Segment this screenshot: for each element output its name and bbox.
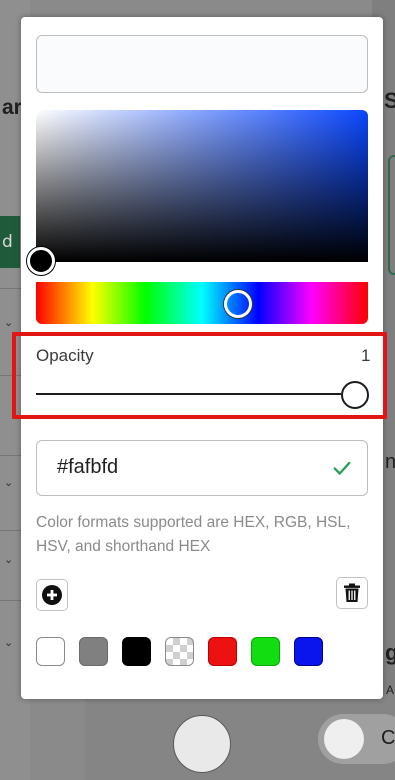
check-icon[interactable]	[331, 457, 353, 479]
hue-handle[interactable]	[224, 290, 252, 318]
chevron-icon: ⌄	[4, 636, 14, 649]
saturation-value-handle[interactable]	[27, 247, 55, 275]
opacity-slider-track[interactable]	[36, 393, 341, 395]
background-toggle-knob	[324, 719, 364, 759]
preset-swatches	[36, 637, 323, 666]
swatch-blue[interactable]	[294, 637, 323, 666]
background-text-fragment: n	[385, 451, 395, 473]
chevron-icon: ⌄	[4, 476, 14, 489]
background-divider	[0, 530, 21, 531]
background-toggle-label: C	[381, 727, 395, 749]
add-color-button[interactable]	[36, 579, 68, 611]
swatch-gray[interactable]	[79, 637, 108, 666]
hue-slider[interactable]	[36, 282, 368, 324]
background-divider	[0, 600, 21, 601]
background-green-button[interactable]: d	[0, 216, 20, 268]
background-text-fragment: g	[385, 640, 395, 665]
background-color-circle[interactable]	[173, 715, 231, 773]
plus-circle-icon	[42, 585, 62, 605]
opacity-label: Opacity	[36, 346, 94, 365]
swatch-white[interactable]	[36, 637, 65, 666]
trash-icon	[344, 583, 360, 602]
hex-input-field[interactable]: #fafbfd	[36, 440, 368, 496]
saturation-value-area[interactable]	[36, 110, 368, 262]
swatch-black[interactable]	[122, 637, 151, 666]
color-formats-note: Color formats supported are HEX, RGB, HS…	[36, 514, 351, 555]
background-green-card	[388, 155, 395, 275]
color-picker-popup: Opacity 1 #fafbfd Color formats supporte…	[12, 17, 387, 699]
swatch-green[interactable]	[251, 637, 280, 666]
background-divider	[0, 455, 21, 456]
opacity-slider-thumb[interactable]	[341, 381, 369, 409]
chevron-icon: ⌄	[4, 553, 14, 566]
chevron-icon: ⌄	[4, 316, 14, 329]
color-preview	[36, 35, 368, 93]
background-text-fragment: S	[384, 88, 395, 113]
opacity-value: 1	[361, 346, 371, 365]
background-text-fragment: ar	[2, 96, 22, 119]
background-divider	[0, 288, 21, 289]
background-text-fragment: A	[386, 683, 395, 697]
swatch-transparent[interactable]	[165, 637, 194, 666]
swatch-red[interactable]	[208, 637, 237, 666]
hex-input-value: #fafbfd	[57, 456, 119, 478]
delete-color-button[interactable]	[336, 577, 368, 609]
